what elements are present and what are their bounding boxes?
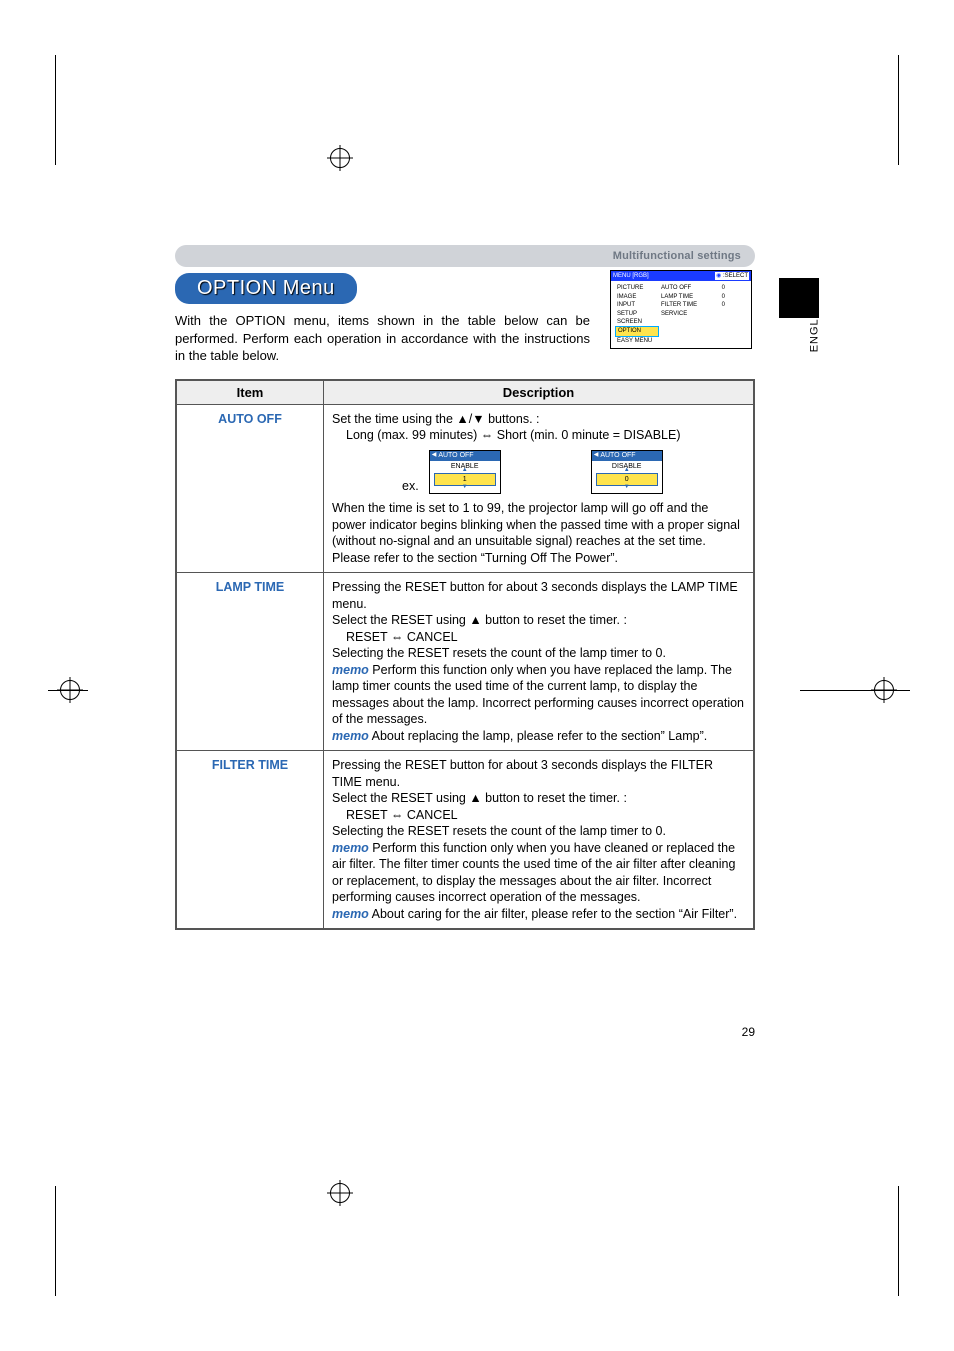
crop-mark — [898, 55, 899, 165]
crop-mark — [898, 1186, 899, 1296]
intro-text: With the OPTION menu, items shown in the… — [175, 312, 590, 365]
page-number: 29 — [742, 1025, 755, 1039]
mini-val: 0 — [596, 473, 658, 486]
registration-mark — [330, 1183, 350, 1203]
memo-label: memo — [332, 663, 369, 677]
row-desc-filter-time: Pressing the RESET button for about 3 se… — [324, 751, 755, 930]
text: Selecting the RESET resets the count of … — [332, 824, 666, 838]
page-title-pill: OPTION Menu — [175, 273, 357, 304]
text: Set the time using the ▲/▼ buttons. : — [332, 412, 540, 426]
mini-example-disable: AUTO OFF DISABLE 0 — [591, 450, 663, 494]
text: RESET ⇔ CANCEL — [332, 629, 745, 646]
table-row: FILTER TIME Pressing the RESET button fo… — [176, 751, 754, 930]
option-table: Item Description AUTO OFF Set the time u… — [175, 379, 755, 930]
registration-mark — [874, 680, 894, 700]
text: Pressing the RESET button for about 3 se… — [332, 758, 713, 789]
memo-label: memo — [332, 841, 369, 855]
text: About replacing the lamp, please refer t… — [369, 729, 707, 743]
memo-label: memo — [332, 907, 369, 921]
crop-mark — [55, 1186, 56, 1296]
table-row: LAMP TIME Pressing the RESET button for … — [176, 573, 754, 751]
text: Select the RESET using ▲ button to reset… — [332, 791, 627, 805]
row-label-auto-off: AUTO OFF — [176, 404, 324, 572]
row-label-filter-time: FILTER TIME — [176, 751, 324, 930]
text: RESET ⇔ CANCEL — [332, 807, 745, 824]
registration-mark — [330, 148, 350, 168]
text: Perform this function only when you have… — [332, 663, 744, 727]
th-desc: Description — [324, 380, 755, 405]
text: Pressing the RESET button for about 3 se… — [332, 580, 738, 611]
section-header-bar: Multifunctional settings — [175, 245, 755, 267]
text: Select the RESET using ▲ button to reset… — [332, 613, 627, 627]
text: When the time is set to 1 to 99, the pro… — [332, 501, 740, 565]
row-desc-auto-off: Set the time using the ▲/▼ buttons. : Lo… — [324, 404, 755, 572]
mini-val: 1 — [434, 473, 496, 486]
text: About caring for the air filter, please … — [369, 907, 737, 921]
mini-example-enable: AUTO OFF ENABLE 1 — [429, 450, 501, 494]
language-tab: ENGLISH — [808, 297, 820, 352]
row-label-lamp-time: LAMP TIME — [176, 573, 324, 751]
text: Perform this function only when you have… — [332, 841, 735, 905]
th-item: Item — [176, 380, 324, 405]
text: Selecting the RESET resets the count of … — [332, 646, 666, 660]
ex-label: ex. — [402, 478, 419, 495]
table-row: AUTO OFF Set the time using the ▲/▼ butt… — [176, 404, 754, 572]
section-header-label: Multifunctional settings — [613, 250, 741, 262]
text: Long (max. 99 minutes) ⇔ Short (min. 0 m… — [332, 427, 745, 444]
registration-mark — [60, 680, 80, 700]
mini-head: AUTO OFF — [592, 451, 662, 461]
row-desc-lamp-time: Pressing the RESET button for about 3 se… — [324, 573, 755, 751]
mini-head: AUTO OFF — [430, 451, 500, 461]
memo-label: memo — [332, 729, 369, 743]
crop-mark — [55, 55, 56, 165]
